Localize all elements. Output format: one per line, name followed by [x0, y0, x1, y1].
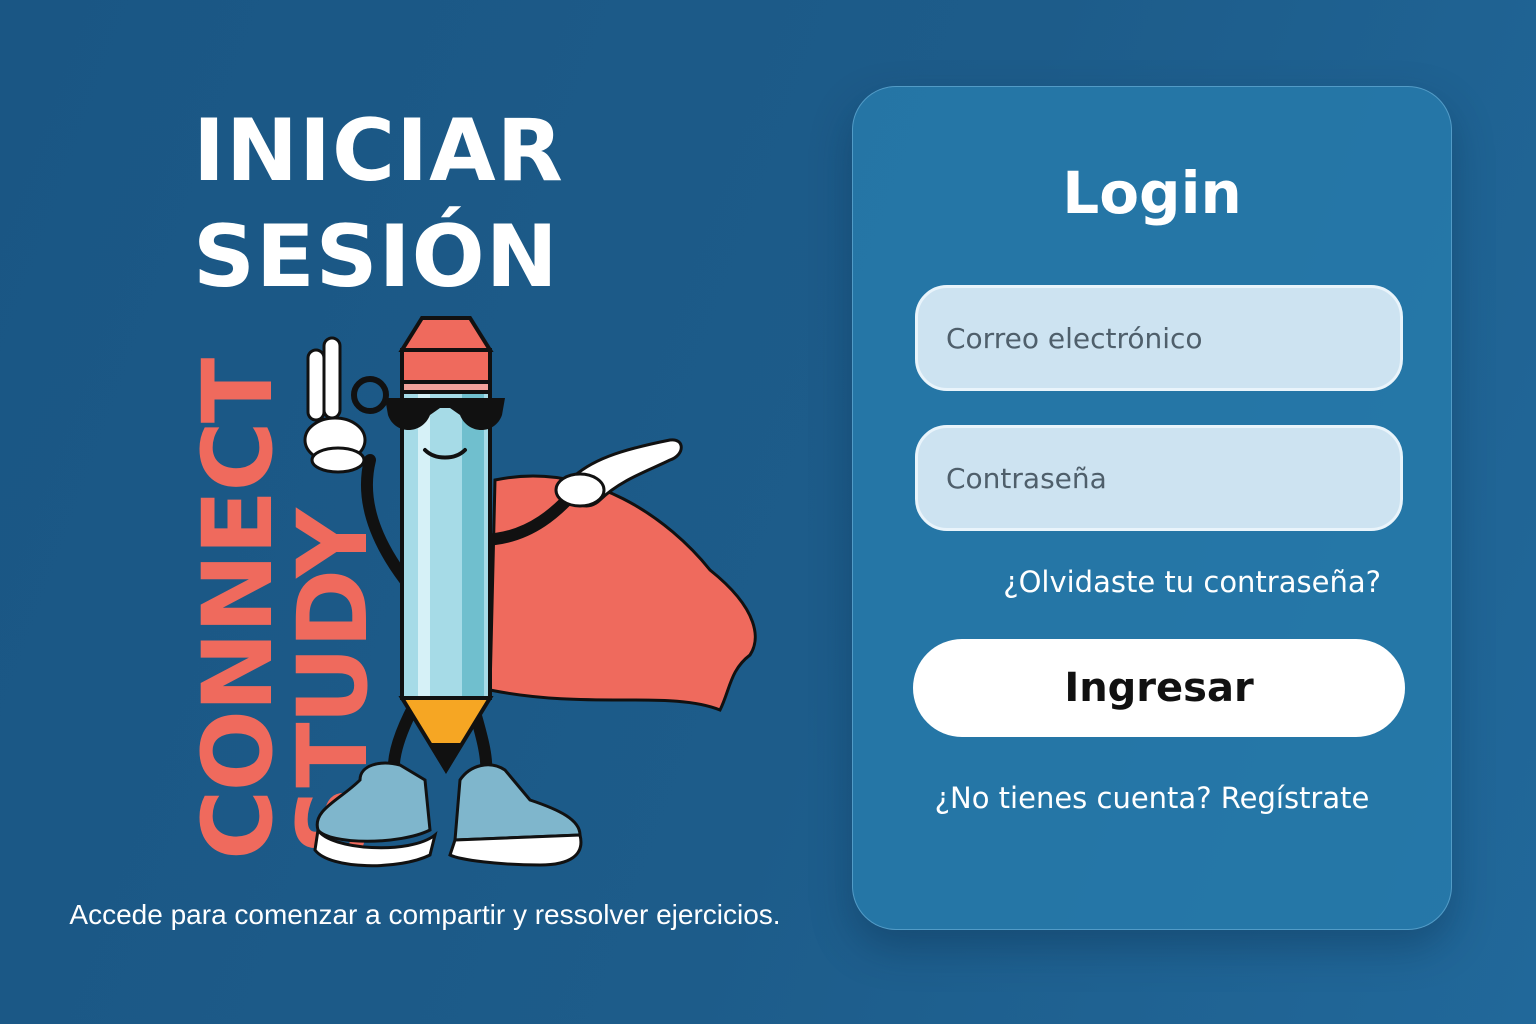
login-title: Login	[1062, 159, 1242, 227]
register-link[interactable]: ¿No tienes cuenta? Regístrate	[853, 781, 1451, 815]
login-submit-button[interactable]: Ingresar	[913, 639, 1405, 737]
forgot-password-link[interactable]: ¿Olvidaste tu contraseña?	[1003, 565, 1381, 599]
hero-tagline: Accede para comenzar a compartir y resso…	[69, 899, 781, 930]
login-card: Login ¿Olvidaste tu contraseña? Ingresar…	[852, 86, 1452, 930]
hero-panel: INICIAR SESIÓN CONNECT STUDY Accede para…	[0, 0, 850, 1024]
pencil-mascot-illustration	[303, 316, 757, 868]
password-field[interactable]	[915, 425, 1403, 531]
hero-title: INICIAR SESIÓN	[193, 101, 564, 307]
brand-word-connect: CONNECT	[182, 359, 294, 860]
email-field[interactable]	[915, 285, 1403, 391]
